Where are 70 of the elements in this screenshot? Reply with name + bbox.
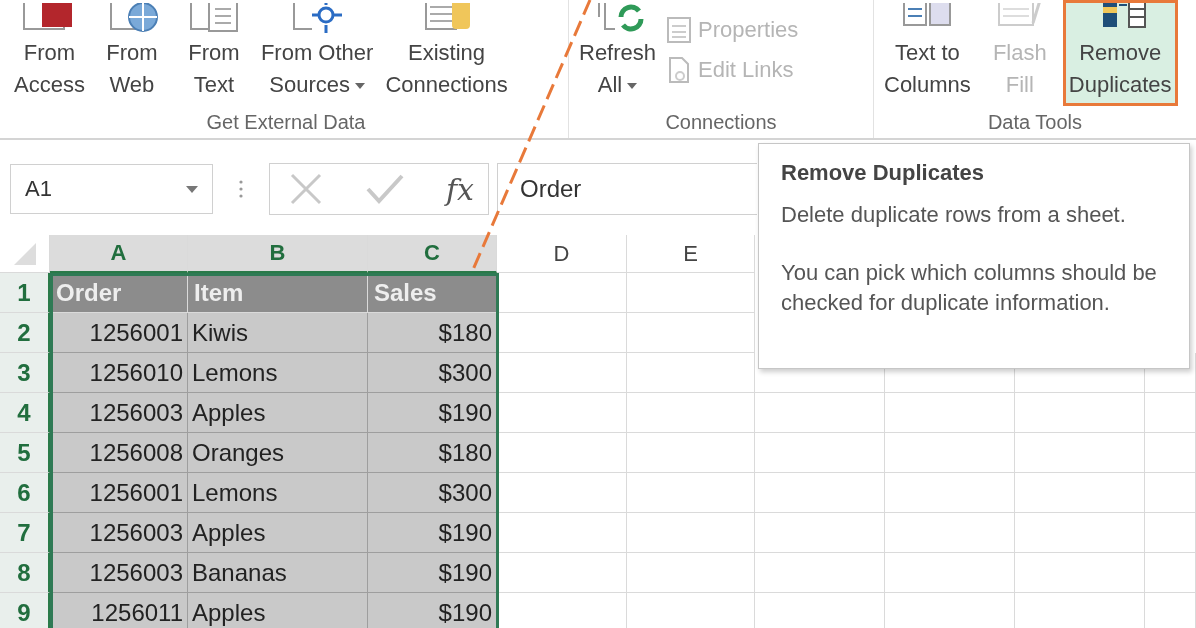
table-cell: 1256003 [50,513,188,553]
table-cell: 1256008 [50,433,188,473]
empty-cell [1145,513,1196,553]
table-cell: $190 [368,393,497,433]
table-cell: $190 [368,553,497,593]
column-header[interactable]: A [50,235,188,273]
cell-reference: A1 [25,176,52,202]
table-cell: 1256010 [50,353,188,393]
column-header[interactable]: B [188,235,368,273]
ribbon-button[interactable]: Text to Columns [878,0,977,106]
check-icon[interactable] [365,173,405,205]
column-header[interactable]: D [497,235,627,273]
row-header[interactable]: 2 [0,313,50,353]
grip-icon [239,179,243,199]
group-label: Connections [664,110,778,135]
row-header[interactable]: 3 [0,353,50,393]
group-label: Data Tools [986,110,1084,135]
cancel-icon[interactable] [288,171,324,207]
table-cell: Lemons [188,353,368,393]
ribbon-button[interactable]: Remove Duplicates [1062,0,1178,106]
table-cell: Apples [188,513,368,553]
empty-cell [1145,553,1196,593]
table-cell: Apples [188,593,368,628]
row-header[interactable]: 6 [0,473,50,513]
empty-cell [1145,393,1196,433]
table-cell: $190 [368,513,497,553]
row-header[interactable]: 8 [0,553,50,593]
table-cell: Bananas [188,553,368,593]
table-cell: Apples [188,393,368,433]
ribbon-button[interactable]: From Other Sources [254,0,380,106]
caret-icon[interactable] [186,185,198,193]
table-cell: 1256003 [50,393,188,433]
table-cell: $190 [368,593,497,628]
table-cell: 1256003 [50,553,188,593]
header-cell: Item [188,273,368,313]
row-header[interactable]: 7 [0,513,50,553]
group-label: Get External Data [205,110,367,135]
formula-field[interactable]: Order [497,163,757,215]
ribbon-button[interactable]: Existing Connections [379,0,514,106]
caret-icon [355,83,365,90]
table-cell: 1256001 [50,473,188,513]
table-cell: Kiwis [188,313,368,353]
table-cell: $180 [368,433,497,473]
insert-function-button[interactable]: fx [445,171,474,207]
ribbon-button[interactable]: From Web [90,0,173,106]
table-cell: Oranges [188,433,368,473]
column-header[interactable]: E [627,235,755,273]
ribbon-button[interactable]: Refresh All [573,0,663,106]
table-cell: $300 [368,353,497,393]
tooltip-text: You can pick which columns should be checked for duplicate information. [781,259,1158,317]
empty-cell [1145,473,1196,513]
table-cell: $300 [368,473,497,513]
tooltip-text: Delete duplicate rows from a sheet. [781,201,1127,229]
table-cell: 1256001 [50,313,188,353]
row-header[interactable]: 5 [0,433,50,473]
row-header[interactable]: 9 [0,593,50,628]
row-header[interactable]: 4 [0,393,50,433]
table-cell: $180 [368,313,497,353]
name-box[interactable]: A1 [10,164,213,214]
caret-icon [627,83,638,90]
select-all-icon[interactable] [13,242,36,265]
table-cell: Lemons [188,473,368,513]
row-header[interactable]: 1 [0,273,50,313]
ribbon-button[interactable]: From Text [172,0,255,106]
properties-icon [666,16,693,44]
column-header[interactable]: C [368,235,497,273]
tooltip-title: Remove Duplicates [781,160,985,186]
table-cell: 1256011 [50,593,188,628]
empty-cell [1145,433,1196,473]
ribbon-button[interactable]: From Access [8,0,91,106]
